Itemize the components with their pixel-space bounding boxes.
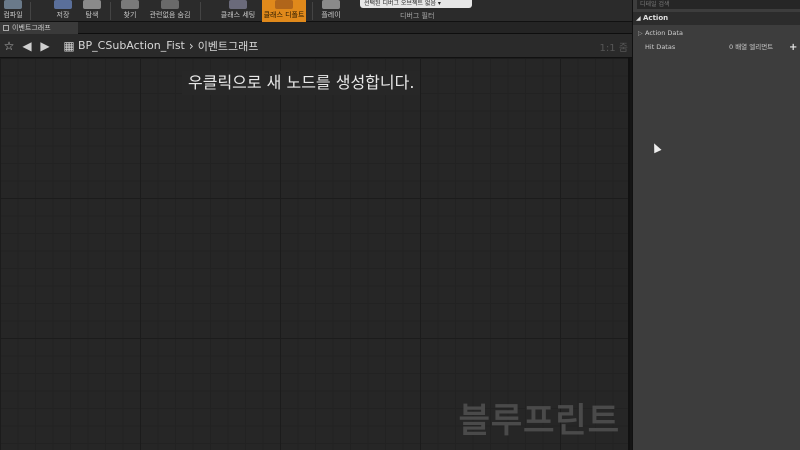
browse-label: 탐색 [85,11,99,19]
details-panel: 디테일 검색 ◢ Action ▷ Action Data Hit Datas … [632,0,800,450]
graph-icon: ▦ [63,38,75,53]
class-defaults-label: 클래스 디폴트 [263,11,305,19]
class-settings-button[interactable]: 클래스 세팅 [218,0,258,22]
class-settings-icon [229,0,247,9]
chevron-down-icon: ▾ [437,0,441,7]
hide-unrelated-label: 관련없음 숨김 [149,11,191,19]
class-defaults-button[interactable]: 클래스 디폴트 [262,0,306,22]
tab-label: 이벤트그래프 [12,24,51,32]
category-label: Action [643,14,669,22]
compile-label: 컴파일 [3,11,23,19]
debug-filter-label: 디버그 필터 [400,12,435,20]
breadcrumb-graph[interactable]: 이벤트그래프 [198,38,259,54]
tab-event-graph[interactable]: 이벤트그래프 [0,22,78,34]
find-label: 찾기 [123,11,137,19]
save-label: 저장 [56,11,70,19]
class-settings-label: 클래스 세팅 [220,11,256,19]
play-icon [322,0,340,9]
graph-canvas[interactable]: 우클릭으로 새 노드를 생성합니다. 블루프린트 [0,58,630,450]
breadcrumb: ☆ ◀ ▶ ▦ BP_CSubAction_Fist › 이벤트그래프 1:1 … [0,34,632,58]
toolbar-separator [110,2,111,20]
toolbar-separator [312,2,313,20]
graph-icon [3,25,9,31]
zoom-level: 1:1 줌 [599,43,628,54]
blueprint-editor: 컴파일 저장 탐색 찾기 관련없음 숨김 클래스 세팅 클래스 디폴트 플레이 … [0,0,800,450]
breadcrumb-blueprint[interactable]: BP_CSubAction_Fist [78,39,185,52]
property-row[interactable]: ▷ Action Data [633,26,800,41]
class-defaults-icon [275,0,293,9]
forward-arrow-icon[interactable]: ▶ [36,39,54,53]
browse-button[interactable]: 탐색 [80,0,104,22]
graph-hint: 우클릭으로 새 노드를 생성합니다. [182,71,421,95]
compile-button[interactable]: 컴파일 [0,0,26,22]
save-button[interactable]: 저장 [52,0,74,22]
property-row: Hit Datas 0 배열 엘리먼트 + [633,40,800,55]
property-label: Action Data [645,29,683,37]
toolbar-separator [30,2,31,20]
play-label: 플레이 [321,11,341,19]
toolbar-separator [200,2,201,20]
browse-icon [83,0,101,9]
star-icon[interactable]: ☆ [0,39,18,53]
chevron-right-icon: › [188,38,194,53]
save-icon [54,0,72,9]
property-label: Hit Datas [645,43,676,51]
debug-object-dropdown[interactable]: 선택된 디버그 오브젝트 없음 ▾ [360,0,472,8]
find-icon [121,0,139,9]
play-button[interactable]: 플레이 [318,0,344,22]
category-action[interactable]: ◢ Action [633,12,800,25]
triangle-down-icon: ◢ [636,15,641,22]
add-element-icon[interactable]: + [789,40,797,55]
back-arrow-icon[interactable]: ◀ [18,39,36,53]
tab-strip: 이벤트그래프 [0,22,632,34]
compile-icon [4,0,22,9]
property-value: 0 배열 엘리먼트 [729,43,774,51]
blueprint-watermark: 블루프린트 [458,401,620,441]
debug-object-value: 선택된 디버그 오브젝트 없음 [364,0,436,7]
toolbar: 컴파일 저장 탐색 찾기 관련없음 숨김 클래스 세팅 클래스 디폴트 플레이 … [0,0,632,22]
find-button[interactable]: 찾기 [118,0,142,22]
hide-unrelated-button[interactable]: 관련없음 숨김 [148,0,192,22]
triangle-right-icon[interactable]: ▷ [638,26,643,41]
hide-unrelated-icon [161,0,179,9]
details-search-input[interactable]: 디테일 검색 [637,0,800,9]
